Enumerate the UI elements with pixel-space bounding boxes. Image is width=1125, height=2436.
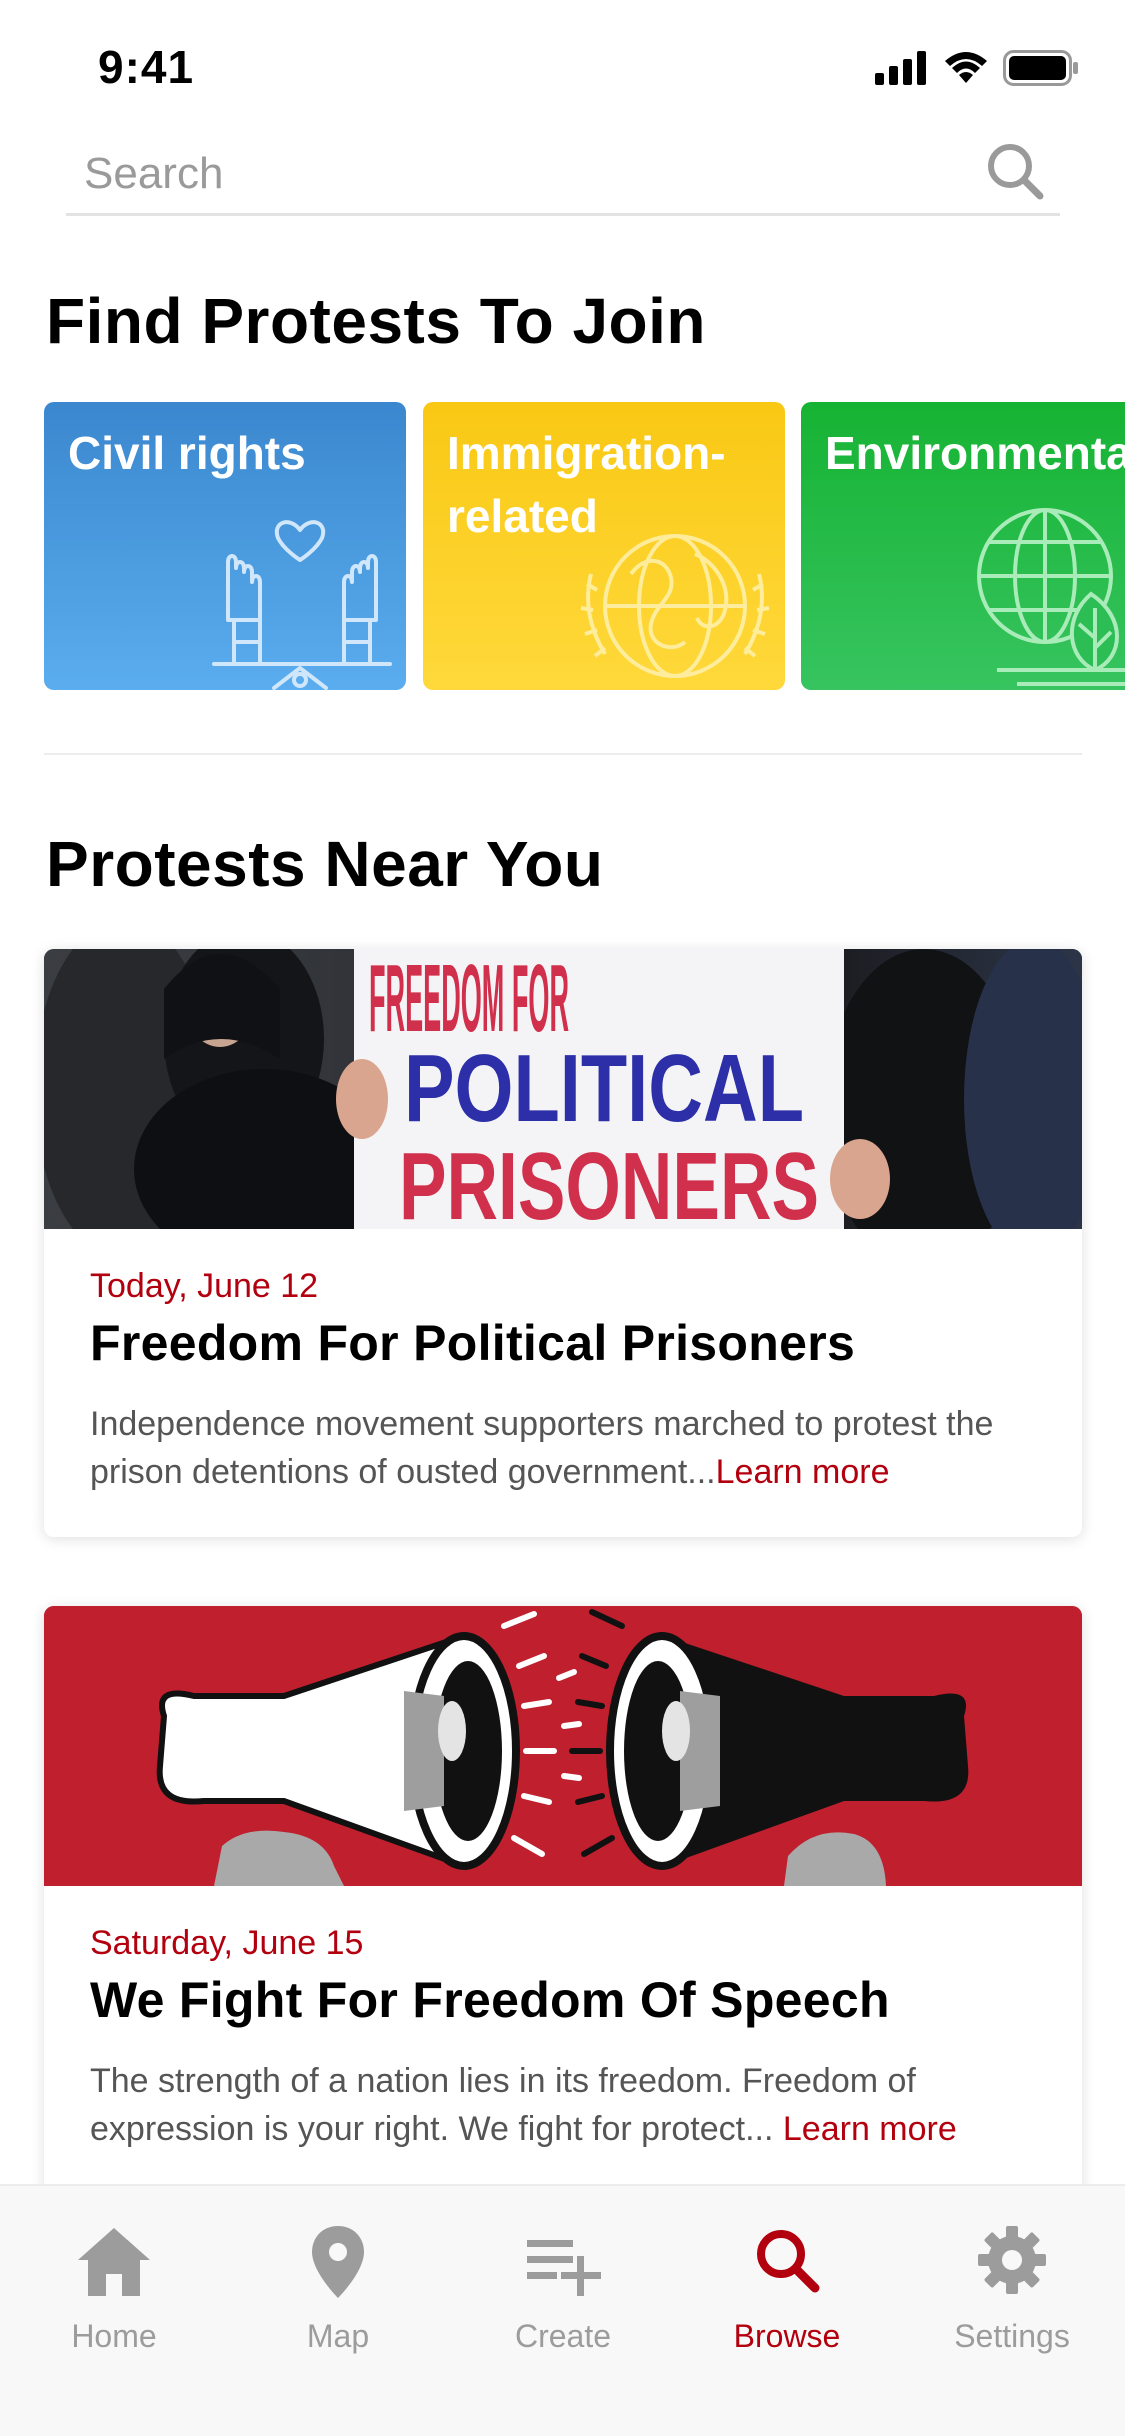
sign-text-line-3: PRISONERS bbox=[399, 1133, 819, 1229]
status-icons bbox=[875, 50, 1079, 86]
category-card-environmental[interactable]: Environmental bbox=[801, 402, 1125, 690]
status-time: 9:41 bbox=[98, 41, 195, 93]
event-body: Today, June 12 Freedom For Political Pri… bbox=[44, 1229, 1082, 1496]
tab-label: Create bbox=[514, 2318, 612, 2354]
cellular-signal-icon bbox=[875, 51, 926, 85]
category-carousel[interactable]: Civil rights Immigration-related Environ… bbox=[44, 402, 1125, 692]
megaphones-illustration bbox=[44, 1606, 1082, 1886]
event-date: Saturday, June 15 bbox=[90, 1924, 364, 1962]
search-bar bbox=[66, 132, 1060, 216]
event-description: The strength of a nation lies in its fre… bbox=[90, 2062, 957, 2148]
tab-bar: Home Map Create Browse Settings bbox=[0, 2184, 1125, 2436]
tab-create[interactable]: Create bbox=[483, 2208, 643, 2358]
search-icon bbox=[757, 2230, 820, 2293]
learn-more-link[interactable]: Learn more bbox=[716, 1453, 890, 1491]
home-icon bbox=[78, 2228, 150, 2296]
tab-browse[interactable]: Browse bbox=[707, 2208, 867, 2358]
gear-icon bbox=[978, 2226, 1046, 2294]
event-card[interactable]: FREEDOM FOR POLITICAL PRISONERS Today, J… bbox=[44, 949, 1082, 1537]
globe-leaf-icon bbox=[977, 508, 1125, 686]
section-title-protests-near-you: Protests Near You bbox=[46, 828, 604, 900]
event-image-megaphones bbox=[44, 1606, 1082, 1886]
search-icon bbox=[988, 144, 1044, 200]
event-description: Independence movement supporters marched… bbox=[90, 1405, 994, 1491]
event-body: Saturday, June 15 We Fight For Freedom O… bbox=[44, 1886, 1082, 2153]
category-card-immigration-related[interactable]: Immigration-related bbox=[423, 402, 785, 690]
un-globe-emblem-icon bbox=[580, 534, 770, 678]
event-title: We Fight For Freedom Of Speech bbox=[90, 1972, 890, 2028]
sign-text-line-2: POLITICAL bbox=[404, 1035, 804, 1142]
event-image-protest-sign: FREEDOM FOR POLITICAL PRISONERS bbox=[44, 949, 1082, 1229]
tab-home[interactable]: Home bbox=[34, 2208, 194, 2358]
event-title: Freedom For Political Prisoners bbox=[90, 1315, 856, 1371]
tab-settings[interactable]: Settings bbox=[932, 2208, 1092, 2358]
search-input[interactable] bbox=[84, 142, 964, 206]
protest-sign-photo: FREEDOM FOR POLITICAL PRISONERS bbox=[44, 949, 1082, 1229]
category-label: Environmental bbox=[825, 427, 1125, 479]
section-divider bbox=[44, 753, 1082, 755]
event-date: Today, June 12 bbox=[90, 1267, 319, 1305]
category-label: Civil rights bbox=[68, 427, 306, 479]
playlist-add-icon bbox=[527, 2240, 601, 2296]
tab-label: Settings bbox=[954, 2318, 1070, 2354]
battery-icon bbox=[1003, 50, 1078, 86]
tab-label: Home bbox=[71, 2318, 157, 2354]
category-card-civil-rights[interactable]: Civil rights bbox=[44, 402, 406, 690]
event-card[interactable]: Saturday, June 15 We Fight For Freedom O… bbox=[44, 1606, 1082, 2246]
screen: 9:41 Search Find Protests To Join Civil … bbox=[0, 0, 1125, 2436]
map-pin-icon bbox=[312, 2226, 364, 2298]
tab-label: Browse bbox=[733, 2318, 841, 2354]
tab-label: Map bbox=[306, 2318, 370, 2354]
tab-map[interactable]: Map bbox=[258, 2208, 418, 2358]
learn-more-link[interactable]: Learn more bbox=[783, 2110, 957, 2148]
status-bar: 9:41 bbox=[0, 0, 1125, 132]
raised-hands-icon bbox=[212, 520, 392, 690]
section-title-find-protests: Find Protests To Join bbox=[46, 285, 706, 357]
search-button[interactable] bbox=[980, 136, 1052, 208]
wifi-icon bbox=[945, 52, 987, 83]
